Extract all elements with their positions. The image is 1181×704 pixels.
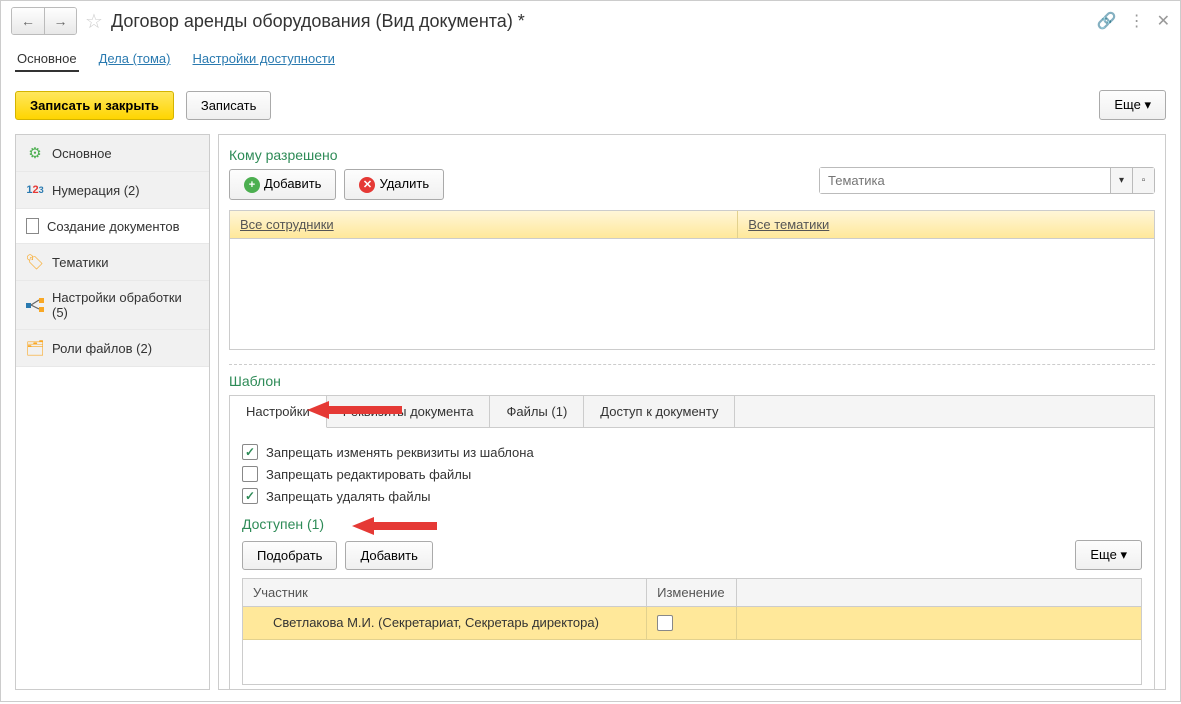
- sidebar-item-numbering[interactable]: 123 Нумерация (2): [16, 172, 209, 209]
- combo-dropdown-icon[interactable]: ▾: [1110, 168, 1132, 193]
- gear-icon: ⚙: [26, 144, 44, 162]
- tab-doc-access[interactable]: Доступ к документу: [584, 396, 735, 427]
- template-section-title: Шаблон: [229, 373, 1155, 389]
- allowed-col-employees[interactable]: Все сотрудники: [230, 211, 738, 238]
- write-and-close-button[interactable]: Записать и закрыть: [15, 91, 174, 120]
- files-icon: 🗂: [26, 339, 44, 357]
- more-button-2[interactable]: Еще ▾: [1075, 540, 1142, 570]
- tab-files[interactable]: Файлы (1): [490, 396, 584, 427]
- sidebar-item-create-documents[interactable]: Создание документов: [16, 209, 209, 244]
- template-tabs: Настройки Реквизиты документа Файлы (1) …: [229, 395, 1155, 428]
- sidebar-item-file-roles[interactable]: 🗂 Роли файлов (2): [16, 330, 209, 367]
- available-subsection: Доступен (1): [242, 516, 1142, 532]
- theme-input[interactable]: [820, 168, 1110, 193]
- chk-row-change[interactable]: [657, 615, 673, 631]
- numbering-icon: 123: [26, 181, 44, 199]
- tab-settings-body: ✓ Запрещать изменять реквизиты из шаблон…: [229, 428, 1155, 690]
- allowed-grid: Все сотрудники Все тематики: [229, 210, 1155, 350]
- participants-grid: Участник Изменение Светлакова М.И. (Секр…: [242, 578, 1142, 685]
- chk-forbid-change-requisites[interactable]: ✓: [242, 444, 258, 460]
- favorite-star-icon[interactable]: ☆: [85, 9, 103, 34]
- add-participant-button[interactable]: Добавить: [345, 541, 432, 570]
- nav-forward-button[interactable]: →: [44, 8, 76, 34]
- allowed-section-title: Кому разрешено: [229, 147, 1155, 163]
- sidebar: ⚙ Основное 123 Нумерация (2) Создание до…: [15, 134, 210, 690]
- tab-main[interactable]: Основное: [15, 47, 79, 72]
- delete-icon: ✕: [359, 177, 375, 193]
- chevron-down-icon: ▾: [1144, 97, 1151, 112]
- allowed-col-themes[interactable]: Все тематики: [738, 211, 839, 238]
- participants-row[interactable]: Светлакова М.И. (Секретариат, Секретарь …: [243, 607, 1141, 640]
- tab-access-settings[interactable]: Настройки доступности: [190, 47, 336, 72]
- pick-button[interactable]: Подобрать: [242, 541, 337, 570]
- write-button[interactable]: Записать: [186, 91, 272, 120]
- participants-col-participant[interactable]: Участник: [243, 579, 647, 606]
- tab-doc-requisites[interactable]: Реквизиты документа: [327, 396, 491, 427]
- theme-combo[interactable]: ▾ ▫: [819, 167, 1155, 194]
- more-button[interactable]: Еще ▾: [1099, 90, 1166, 120]
- sidebar-item-processing-settings[interactable]: Настройки обработки (5): [16, 281, 209, 330]
- participants-col-change[interactable]: Изменение: [647, 579, 737, 606]
- sidebar-item-themes[interactable]: 🏷 Тематики: [16, 244, 209, 281]
- plus-icon: +: [244, 177, 260, 193]
- content-area: Кому разрешено +Добавить ✕Удалить ▾ ▫ Вс…: [218, 134, 1166, 690]
- link-icon[interactable]: 🔗: [1097, 11, 1117, 31]
- delete-button[interactable]: ✕Удалить: [344, 169, 444, 200]
- chk-forbid-delete-files[interactable]: ✓: [242, 488, 258, 504]
- participant-name: Светлакова М.И. (Секретариат, Секретарь …: [243, 607, 647, 639]
- combo-open-icon[interactable]: ▫: [1132, 168, 1154, 193]
- document-icon: [26, 218, 39, 234]
- chevron-down-icon: ▾: [1120, 547, 1127, 562]
- tag-icon: 🏷: [26, 253, 44, 271]
- kebab-icon[interactable]: ⋮: [1129, 11, 1145, 31]
- flow-icon: [26, 296, 44, 314]
- divider: [229, 364, 1155, 365]
- sidebar-item-main[interactable]: ⚙ Основное: [16, 135, 209, 172]
- tab-cases[interactable]: Дела (тома): [97, 47, 173, 72]
- chk-forbid-edit-files[interactable]: [242, 466, 258, 482]
- tab-settings[interactable]: Настройки: [230, 396, 327, 428]
- window-title: Договор аренды оборудования (Вид докумен…: [111, 11, 1089, 32]
- nav-back-button[interactable]: ←: [12, 8, 44, 34]
- add-button[interactable]: +Добавить: [229, 169, 336, 200]
- close-icon[interactable]: ✕: [1157, 11, 1170, 31]
